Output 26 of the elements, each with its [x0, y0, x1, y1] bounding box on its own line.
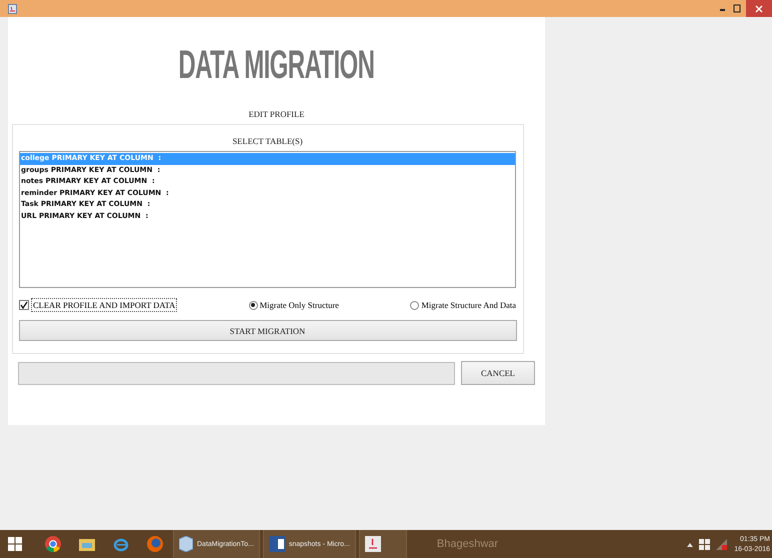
tray-arrow-icon[interactable]	[687, 542, 694, 546]
location-text: Bhageshwar	[436, 538, 500, 550]
browser-icon[interactable]	[45, 536, 61, 552]
windows-flag-icon[interactable]	[699, 538, 710, 550]
internet-explorer-icon[interactable]	[113, 536, 129, 552]
checkbox[interactable]	[19, 300, 29, 310]
folder-icon[interactable]	[79, 537, 95, 551]
radio-label[interactable]: Migrate Only Structure	[260, 300, 339, 310]
start-migration-button[interactable]: START MIGRATION	[18, 320, 516, 341]
close-icon	[755, 4, 763, 12]
checkbox-label[interactable]: CLEAR PROFILE AND IMPORT DATA	[31, 298, 178, 312]
list-label: SELECT TABLE(S)	[232, 136, 303, 146]
radio-button[interactable]	[410, 300, 420, 310]
document-icon	[268, 536, 285, 552]
cube-icon	[179, 536, 193, 552]
firefox-icon[interactable]	[147, 536, 163, 552]
app-title: DATA MIGRATION	[178, 43, 374, 87]
cancel-button[interactable]: CANCEL	[461, 361, 535, 385]
taskbar-button[interactable]	[358, 530, 407, 558]
section-title: EDIT PROFILE	[248, 109, 304, 119]
java-icon	[364, 536, 381, 552]
windows-start-icon[interactable]	[8, 537, 22, 551]
radio-label[interactable]: Migrate Structure And Data	[421, 300, 516, 310]
radio-button[interactable]	[248, 300, 258, 310]
close-button[interactable]	[746, 0, 772, 17]
java-icon	[8, 4, 17, 14]
